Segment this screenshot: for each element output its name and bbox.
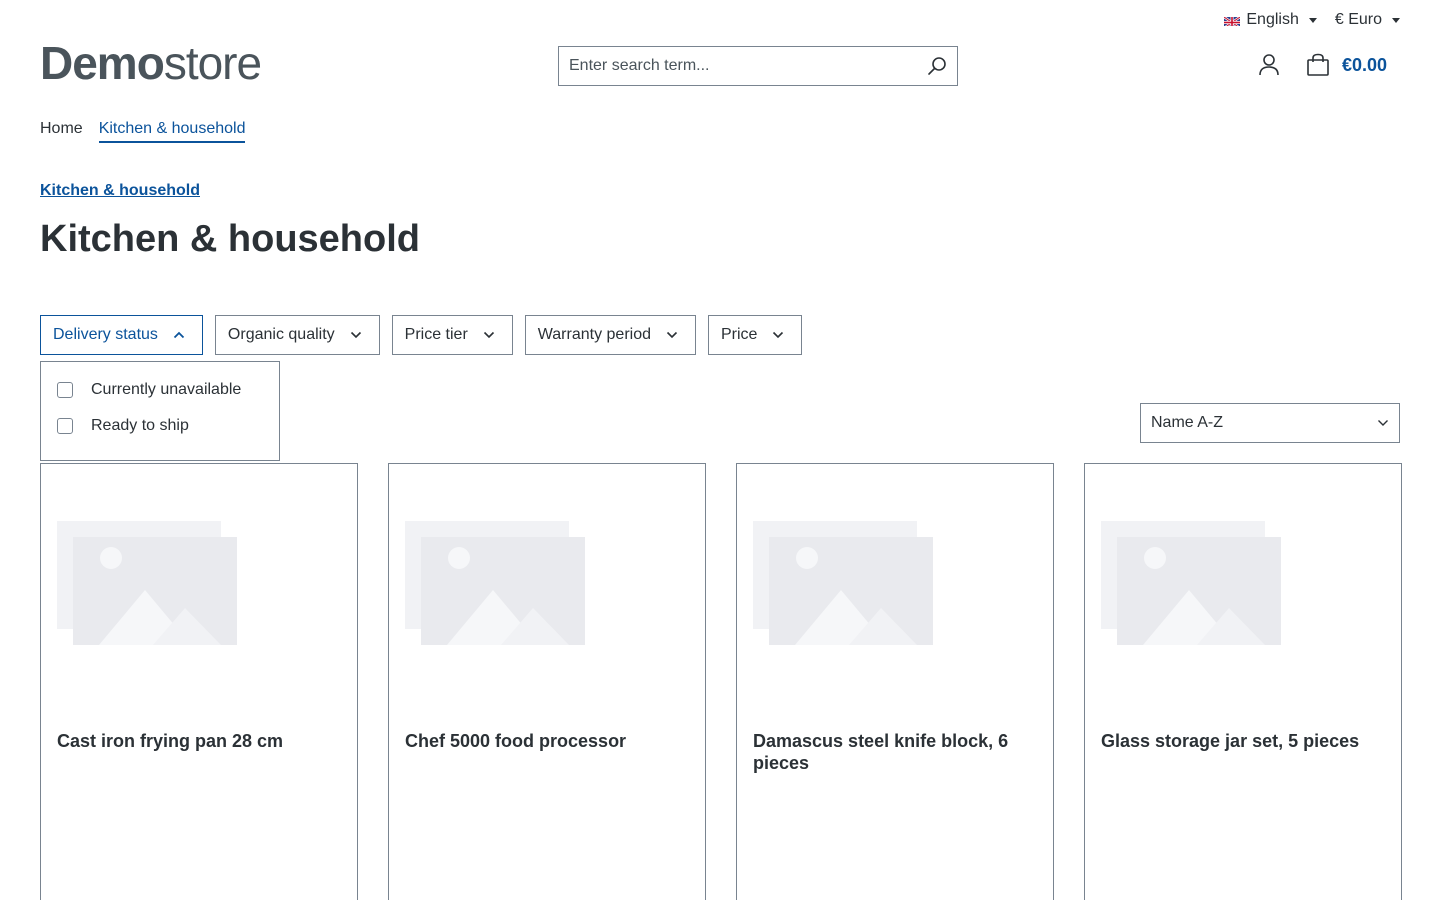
search-form bbox=[558, 46, 958, 86]
filter-label: Warranty period bbox=[537, 326, 651, 343]
filter-bar: Delivery status Organic quality Price ti… bbox=[40, 315, 803, 355]
currency-label: € Euro bbox=[1334, 11, 1382, 28]
product-name[interactable]: Chef 5000 food processor bbox=[405, 730, 685, 752]
language-label: English bbox=[1246, 11, 1299, 28]
checkbox[interactable] bbox=[57, 418, 73, 434]
filter-price-tier[interactable]: Price tier bbox=[391, 315, 513, 355]
page-title: Kitchen & household bbox=[40, 218, 420, 260]
product-card[interactable]: Cast iron frying pan 28 cm bbox=[40, 463, 358, 900]
search-button[interactable] bbox=[917, 47, 957, 85]
search-icon bbox=[928, 57, 946, 75]
placeholder-image-icon bbox=[753, 521, 933, 645]
logo-bold: Demo bbox=[40, 37, 165, 89]
uk-flag-icon bbox=[1224, 15, 1241, 26]
user-icon bbox=[1259, 54, 1279, 76]
chevron-down-icon bbox=[345, 324, 367, 346]
filter-label: Price tier bbox=[404, 326, 468, 343]
placeholder-image-icon bbox=[1101, 521, 1281, 645]
product-name[interactable]: Damascus steel knife block, 6 pieces bbox=[753, 730, 1033, 774]
option-ready-to-ship[interactable]: Ready to ship bbox=[57, 408, 263, 444]
filter-delivery-status[interactable]: Delivery status bbox=[40, 315, 203, 355]
placeholder-image-icon bbox=[57, 521, 237, 645]
filter-warranty-period[interactable]: Warranty period bbox=[524, 315, 696, 355]
product-name[interactable]: Cast iron frying pan 28 cm bbox=[57, 730, 337, 752]
nav-item-home[interactable]: Home bbox=[40, 120, 83, 143]
filter-price[interactable]: Price bbox=[708, 315, 803, 355]
caret-down-icon bbox=[1392, 17, 1400, 23]
filter-organic-quality[interactable]: Organic quality bbox=[214, 315, 380, 355]
cart-button[interactable]: €0.00 bbox=[1306, 53, 1387, 77]
nav-item-kitchen-household[interactable]: Kitchen & household bbox=[98, 120, 246, 143]
shopping-bag-icon bbox=[1307, 53, 1329, 76]
account-button[interactable] bbox=[1256, 52, 1282, 78]
search-input[interactable] bbox=[559, 47, 917, 85]
language-selector[interactable]: English bbox=[1224, 8, 1317, 32]
option-label: Currently unavailable bbox=[91, 381, 242, 398]
product-card[interactable]: Damascus steel knife block, 6 pieces bbox=[736, 463, 1054, 900]
option-label: Ready to ship bbox=[91, 417, 189, 434]
breadcrumb[interactable]: Kitchen & household bbox=[40, 182, 200, 200]
product-grid: Cast iron frying pan 28 cm Chef 5000 foo… bbox=[40, 463, 1402, 900]
logo-light: store bbox=[163, 37, 262, 89]
product-card[interactable]: Glass storage jar set, 5 pieces bbox=[1084, 463, 1402, 900]
topbar: English € Euro bbox=[1224, 8, 1400, 32]
caret-down-icon bbox=[1308, 17, 1317, 23]
option-currently-unavailable[interactable]: Currently unavailable bbox=[57, 372, 263, 408]
chevron-down-icon bbox=[478, 324, 500, 346]
filter-label: Price bbox=[721, 326, 758, 343]
sort-select[interactable]: Name A-Z bbox=[1140, 403, 1400, 443]
chevron-up-icon bbox=[168, 324, 190, 346]
product-name[interactable]: Glass storage jar set, 5 pieces bbox=[1101, 730, 1381, 752]
filter-label: Organic quality bbox=[227, 326, 335, 343]
chevron-down-icon bbox=[767, 324, 789, 346]
currency-selector[interactable]: € Euro bbox=[1335, 8, 1400, 32]
checkbox[interactable] bbox=[57, 382, 73, 398]
header: Demostore €0.00 bbox=[40, 40, 1400, 90]
filter-label: Delivery status bbox=[53, 326, 158, 343]
main-navigation: Home Kitchen & household bbox=[40, 120, 246, 143]
sort-selected: Name A-Z bbox=[1151, 414, 1224, 431]
header-actions: €0.00 bbox=[1256, 52, 1387, 78]
chevron-down-icon bbox=[661, 324, 683, 346]
delivery-status-dropdown: Currently unavailable Ready to ship bbox=[40, 361, 280, 461]
logo[interactable]: Demostore bbox=[40, 37, 262, 89]
product-card[interactable]: Chef 5000 food processor bbox=[388, 463, 706, 900]
chevron-down-icon bbox=[1378, 420, 1388, 426]
placeholder-image-icon bbox=[405, 521, 585, 645]
cart-total: €0.00 bbox=[1341, 54, 1387, 75]
